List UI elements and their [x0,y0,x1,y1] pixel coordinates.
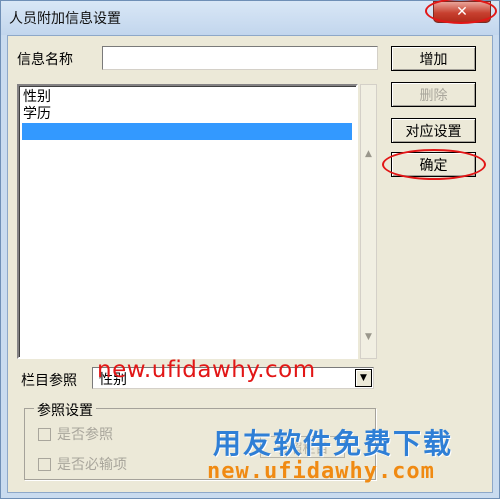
checkbox-icon [38,427,51,441]
ref-settings-title: 参照设置 [34,400,96,420]
mapping-button[interactable]: 对应设置 [391,118,476,143]
title-bar[interactable]: 人员附加信息设置 ✕ [1,1,499,35]
name-input[interactable] [102,46,378,70]
list-item[interactable]: 性别 [22,89,352,106]
list-item[interactable]: 学历 [22,106,352,123]
watermark-orange: new.ufidawhy.com [207,459,435,484]
window-title: 人员附加信息设置 [9,11,121,27]
close-icon: ✕ [456,4,468,20]
scroll-down-icon[interactable]: ▼ [361,329,376,345]
required-checkbox[interactable]: 是否必输项 [38,454,127,474]
close-button[interactable]: ✕ [433,1,491,23]
ref-label: 栏目参照 [21,373,77,389]
name-label: 信息名称 [17,52,73,68]
checkbox-icon [38,457,51,471]
scroll-up-icon[interactable]: ▲ [361,146,376,162]
info-listbox[interactable]: 性别 学历 [17,84,358,359]
ok-button[interactable]: 确定 [391,152,476,177]
chevron-down-icon[interactable]: ▼ [355,369,372,387]
watermark-blue: 用友软件免费下载 [213,427,454,460]
watermark-red: new.ufidawhy.com [97,357,316,383]
dialog-window: 人员附加信息设置 ✕ 信息名称 增加 删除 对应设置 确定 性别 学历 ▲ ▼ … [0,0,500,499]
add-button[interactable]: 增加 [391,46,476,71]
is-ref-checkbox[interactable]: 是否参照 [38,424,113,444]
delete-button[interactable]: 删除 [391,82,476,107]
list-scrollbar[interactable]: ▲ ▼ [360,84,377,359]
list-item-selected[interactable] [22,123,352,140]
